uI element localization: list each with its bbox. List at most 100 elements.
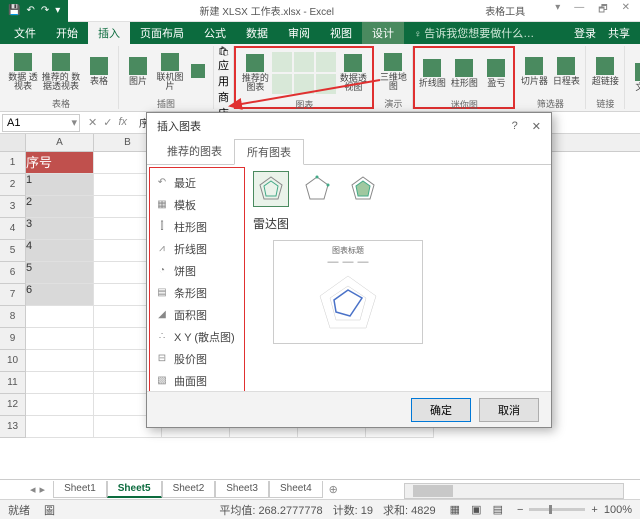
tab-all-charts[interactable]: 所有图表 bbox=[234, 139, 304, 165]
row-header[interactable]: 11 bbox=[0, 372, 26, 394]
chart-type-item[interactable]: ◢面积图 bbox=[150, 304, 244, 326]
tab-view[interactable]: 视图 bbox=[320, 22, 362, 44]
cell[interactable] bbox=[26, 328, 94, 350]
chart-type-item[interactable]: ⩘折线图 bbox=[150, 238, 244, 260]
3dmap-button[interactable]: 三维地 图 bbox=[378, 47, 408, 97]
cell[interactable]: 6 bbox=[26, 284, 94, 306]
sheet-prev-icon[interactable]: ◂ bbox=[30, 483, 36, 496]
select-all-corner[interactable] bbox=[0, 134, 26, 151]
shapes-icon[interactable] bbox=[187, 61, 209, 83]
cell[interactable]: 5 bbox=[26, 262, 94, 284]
scatter-chart-icon[interactable] bbox=[316, 74, 336, 94]
pie-chart-icon[interactable] bbox=[316, 52, 336, 72]
cell[interactable]: 序号 bbox=[26, 152, 94, 174]
radar-variant-filled[interactable] bbox=[345, 171, 381, 207]
zoom-slider[interactable] bbox=[529, 508, 585, 511]
tab-home[interactable]: 开始 bbox=[46, 22, 88, 44]
help-icon[interactable]: ? bbox=[512, 120, 518, 133]
tab-layout[interactable]: 页面布局 bbox=[130, 22, 194, 44]
zoom-level[interactable]: 100% bbox=[604, 504, 632, 516]
tab-design[interactable]: 设计 bbox=[362, 22, 404, 44]
minimize-icon[interactable]: — bbox=[574, 2, 584, 19]
pivot-table-button[interactable]: 数据 透视表 bbox=[8, 47, 38, 97]
cancel-formula-icon[interactable]: ✕ bbox=[88, 116, 97, 129]
sparkline-column-button[interactable]: 柱形图 bbox=[449, 48, 479, 98]
column-chart-icon[interactable] bbox=[272, 52, 292, 72]
table-button[interactable]: 表格 bbox=[84, 47, 114, 97]
cancel-button[interactable]: 取消 bbox=[479, 398, 539, 422]
sheet-next-icon[interactable]: ▸ bbox=[40, 483, 46, 496]
row-header[interactable]: 2 bbox=[0, 174, 26, 196]
row-header[interactable]: 5 bbox=[0, 240, 26, 262]
sheet-tab[interactable]: Sheet1 bbox=[53, 481, 107, 498]
cell[interactable] bbox=[26, 372, 94, 394]
row-header[interactable]: 6 bbox=[0, 262, 26, 284]
close-icon[interactable]: ✕ bbox=[532, 120, 541, 133]
hyperlink-button[interactable]: 超链接 bbox=[590, 47, 620, 97]
radar-variant-markers[interactable] bbox=[299, 171, 335, 207]
tab-file[interactable]: 文件 bbox=[4, 22, 46, 44]
chart-type-item[interactable]: ⊟股价图 bbox=[150, 348, 244, 370]
sparkline-line-button[interactable]: 折线图 bbox=[417, 48, 447, 98]
zoom-out-icon[interactable]: − bbox=[517, 504, 523, 516]
maximize-icon[interactable]: 🗗 bbox=[598, 2, 607, 19]
normal-view-icon[interactable]: ▦ bbox=[446, 504, 464, 516]
cell[interactable]: 4 bbox=[26, 240, 94, 262]
row-header[interactable]: 4 bbox=[0, 218, 26, 240]
recommended-charts-button[interactable]: 推荐的 图表 bbox=[240, 48, 270, 98]
chart-type-item[interactable]: ∴X Y (散点图) bbox=[150, 326, 244, 348]
accept-formula-icon[interactable]: ✓ bbox=[103, 116, 112, 129]
cell[interactable] bbox=[26, 350, 94, 372]
zoom-in-icon[interactable]: + bbox=[591, 504, 597, 516]
redo-icon[interactable]: ↷ bbox=[41, 5, 49, 16]
chart-type-item[interactable]: ▤条形图 bbox=[150, 282, 244, 304]
online-picture-button[interactable]: 联机图片 bbox=[155, 47, 185, 97]
sparkline-winloss-button[interactable]: 盈亏 bbox=[481, 48, 511, 98]
cell[interactable] bbox=[26, 416, 94, 438]
slicer-button[interactable]: 切片器 bbox=[519, 47, 549, 97]
tab-recommended-charts[interactable]: 推荐的图表 bbox=[155, 139, 234, 164]
chevron-down-icon[interactable]: ▾ bbox=[71, 116, 77, 129]
pivot-chart-button[interactable]: 数据透视图 bbox=[338, 48, 368, 98]
row-header[interactable]: 12 bbox=[0, 394, 26, 416]
chart-preview[interactable]: 图表标题 ——— bbox=[273, 240, 423, 344]
cell[interactable] bbox=[26, 306, 94, 328]
page-break-icon[interactable]: ▤ bbox=[489, 504, 507, 516]
store-button[interactable]: 🛍 应用商店 bbox=[218, 46, 229, 121]
timeline-button[interactable]: 日程表 bbox=[551, 47, 581, 97]
recommended-pivot-button[interactable]: 推荐的 数据透视表 bbox=[40, 47, 82, 97]
cell[interactable]: 1 bbox=[26, 174, 94, 196]
cell[interactable] bbox=[26, 394, 94, 416]
area-chart-icon[interactable] bbox=[294, 74, 314, 94]
ok-button[interactable]: 确定 bbox=[411, 398, 471, 422]
radar-variant-lines[interactable] bbox=[253, 171, 289, 207]
tab-data[interactable]: 数据 bbox=[236, 22, 278, 44]
new-sheet-button[interactable]: ⊕ bbox=[323, 483, 344, 496]
sheet-tab[interactable]: Sheet4 bbox=[269, 481, 323, 498]
row-header[interactable]: 8 bbox=[0, 306, 26, 328]
qat-dropdown-icon[interactable]: ▾ bbox=[55, 5, 60, 16]
name-box[interactable]: A1▾ bbox=[2, 114, 80, 132]
cell[interactable]: 3 bbox=[26, 218, 94, 240]
share-link[interactable]: 共享 bbox=[608, 25, 630, 41]
picture-button[interactable]: 图片 bbox=[123, 47, 153, 97]
chart-type-item[interactable]: ⫿柱形图 bbox=[150, 216, 244, 238]
login-link[interactable]: 登录 bbox=[574, 25, 596, 41]
chart-type-item[interactable]: ↶最近 bbox=[150, 172, 244, 194]
row-header[interactable]: 10 bbox=[0, 350, 26, 372]
chart-type-item[interactable]: ▦模板 bbox=[150, 194, 244, 216]
ribbon-options-icon[interactable]: ▾ bbox=[555, 2, 560, 19]
tab-insert[interactable]: 插入 bbox=[88, 22, 130, 44]
row-header[interactable]: 7 bbox=[0, 284, 26, 306]
sheet-tab[interactable]: Sheet3 bbox=[215, 481, 269, 498]
undo-icon[interactable]: ↶ bbox=[26, 5, 34, 16]
page-layout-icon[interactable]: ▣ bbox=[467, 504, 485, 516]
row-header[interactable]: 3 bbox=[0, 196, 26, 218]
save-icon[interactable]: 💾 bbox=[8, 5, 20, 16]
col-header[interactable]: A bbox=[26, 134, 94, 151]
row-header[interactable]: 9 bbox=[0, 328, 26, 350]
sheet-tab[interactable]: Sheet5 bbox=[107, 481, 162, 498]
chart-type-item[interactable]: ◔饼图 bbox=[150, 260, 244, 282]
cell[interactable]: 2 bbox=[26, 196, 94, 218]
tab-formula[interactable]: 公式 bbox=[194, 22, 236, 44]
